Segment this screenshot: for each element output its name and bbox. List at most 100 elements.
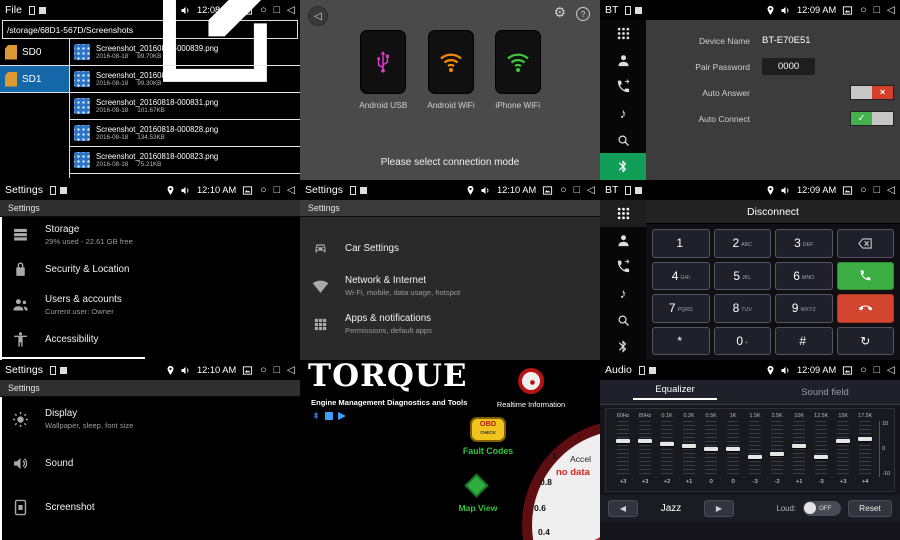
preset-next-button[interactable]: ▶ [704, 500, 734, 517]
settings-item-network[interactable]: Network & Internet Wi-Fi, mobile, data u… [300, 267, 600, 305]
eq-slider[interactable] [815, 421, 827, 477]
help-icon[interactable]: ? [576, 7, 590, 21]
recents-nav-icon[interactable]: □ [874, 185, 880, 196]
home-nav-icon[interactable]: ○ [260, 365, 266, 376]
home-nav-icon[interactable]: ○ [860, 365, 866, 376]
bluetooth-tab[interactable] [600, 153, 646, 180]
eq-slider[interactable] [793, 421, 805, 477]
settings-item-display[interactable]: Display Wallpaper, sleep, font size [0, 397, 300, 441]
home-nav-icon[interactable]: ○ [860, 185, 866, 196]
map-view-item[interactable]: Map View [450, 503, 506, 513]
slider-handle[interactable] [726, 447, 740, 451]
screenshot-nav-icon[interactable] [242, 365, 253, 376]
back-nav-icon[interactable]: ◁ [887, 365, 895, 376]
recents-nav-icon[interactable]: □ [874, 5, 880, 16]
screenshot-nav-icon[interactable] [842, 365, 853, 376]
key-8[interactable]: 8TUV [714, 294, 772, 323]
back-button[interactable]: ◁ [308, 6, 328, 26]
home-nav-icon[interactable]: ○ [560, 185, 566, 196]
settings-item-sound[interactable]: Sound [0, 441, 300, 485]
key-9[interactable]: 9WXYZ [775, 294, 833, 323]
keypad-tab[interactable] [600, 20, 646, 47]
key-0[interactable]: 0+ [714, 327, 772, 356]
option-iphone-wifi[interactable]: iPhone WiFi [495, 30, 541, 110]
back-nav-icon[interactable]: ◁ [287, 365, 295, 376]
home-nav-icon[interactable]: ○ [860, 5, 866, 16]
bt-music-tab[interactable]: ♪ [600, 280, 646, 307]
settings-item-users[interactable]: Users & accounts Current user: Owner [0, 287, 300, 322]
slider-handle[interactable] [858, 437, 872, 441]
keypad-tab[interactable] [600, 200, 646, 227]
slider-handle[interactable] [792, 444, 806, 448]
slider-handle[interactable] [704, 447, 718, 451]
screenshot-nav-icon[interactable] [242, 185, 253, 196]
settings-item-storage[interactable]: Storage 29% used - 22.61 GB free [0, 217, 300, 252]
drive-item-sd1[interactable]: SD1 [0, 66, 69, 93]
bt-music-tab[interactable]: ♪ [600, 100, 646, 127]
contacts-tab[interactable] [600, 47, 646, 74]
recents-nav-icon[interactable]: □ [274, 365, 280, 376]
key-star[interactable]: * [652, 327, 710, 356]
key-3[interactable]: 3DEF [775, 229, 833, 258]
eq-slider[interactable] [859, 421, 871, 477]
key-4[interactable]: 4GHI [652, 262, 710, 291]
screenshot-nav-icon[interactable] [842, 185, 853, 196]
bluetooth-tab[interactable] [600, 333, 646, 360]
slider-handle[interactable] [814, 455, 828, 459]
auto-connect-toggle[interactable]: ✓ [850, 111, 894, 126]
preset-prev-button[interactable]: ◀ [608, 500, 638, 517]
screenshot-nav-icon[interactable] [542, 185, 553, 196]
pair-password-value[interactable]: 0000 [762, 58, 815, 75]
settings-item-apps[interactable]: Apps & notifications Permissions, defaul… [300, 305, 600, 343]
recents-nav-icon[interactable]: □ [874, 365, 880, 376]
file-row[interactable]: Screenshot_20160818-000831.png 2016-08-1… [70, 93, 300, 120]
call-key[interactable] [837, 262, 895, 291]
key-hash[interactable]: # [775, 327, 833, 356]
loudness-toggle[interactable]: OFF [803, 501, 841, 516]
key-2[interactable]: 2ABC [714, 229, 772, 258]
key-7[interactable]: 7PQRS [652, 294, 710, 323]
tab-equalizer[interactable]: Equalizer [600, 380, 750, 404]
home-nav-icon[interactable]: ○ [260, 185, 266, 196]
settings-item-screenshot[interactable]: Screenshot [0, 485, 300, 529]
eq-slider[interactable] [617, 421, 629, 477]
back-nav-icon[interactable]: ◁ [887, 5, 895, 16]
auto-answer-toggle[interactable]: × [850, 85, 894, 100]
key-6[interactable]: 6MNO [775, 262, 833, 291]
slider-handle[interactable] [682, 444, 696, 448]
hangup-key[interactable] [837, 294, 895, 323]
file-row[interactable]: Screenshot_20160818-000839.png 2016-08-1… [70, 39, 300, 66]
eq-slider[interactable] [705, 421, 717, 477]
settings-item-accessibility[interactable]: Accessibility [0, 322, 300, 357]
slider-handle[interactable] [660, 442, 674, 446]
fault-codes-item[interactable]: Fault Codes [460, 446, 516, 456]
slider-handle[interactable] [836, 439, 850, 443]
disconnect-button[interactable]: Disconnect [646, 200, 900, 224]
file-row[interactable]: Screenshot_20160818-000823.png 2016-08-1… [70, 147, 300, 174]
call-history-tab[interactable] [600, 253, 646, 280]
option-android-wifi[interactable]: Android WiFi [427, 30, 475, 110]
eq-slider[interactable] [837, 421, 849, 477]
key-5[interactable]: 5JKL [714, 262, 772, 291]
reset-button[interactable]: Reset [848, 500, 892, 517]
back-nav-icon[interactable]: ◁ [587, 185, 595, 196]
back-nav-icon[interactable]: ◁ [287, 185, 295, 196]
contacts-tab[interactable] [600, 227, 646, 254]
file-row[interactable]: Screenshot_20160818-000836.png 2016-08-1… [70, 66, 300, 93]
obd-check-item[interactable]: OBD CHECK [470, 417, 506, 442]
search-tab[interactable] [600, 307, 646, 334]
eq-slider[interactable] [683, 421, 695, 477]
slider-handle[interactable] [770, 452, 784, 456]
eq-slider[interactable] [727, 421, 739, 477]
eq-slider[interactable] [749, 421, 761, 477]
settings-item-storage[interactable]: Storage [0, 529, 300, 540]
search-tab[interactable] [600, 127, 646, 154]
settings-item-security[interactable]: Security & Location [0, 252, 300, 287]
recents-nav-icon[interactable]: □ [574, 185, 580, 196]
file-row[interactable]: Screenshot_20160818-000828.png 2016-08-1… [70, 120, 300, 147]
slider-handle[interactable] [638, 439, 652, 443]
backspace-key[interactable] [837, 229, 895, 258]
slider-handle[interactable] [616, 439, 630, 443]
eq-slider[interactable] [661, 421, 673, 477]
screenshot-nav-icon[interactable] [842, 5, 853, 16]
